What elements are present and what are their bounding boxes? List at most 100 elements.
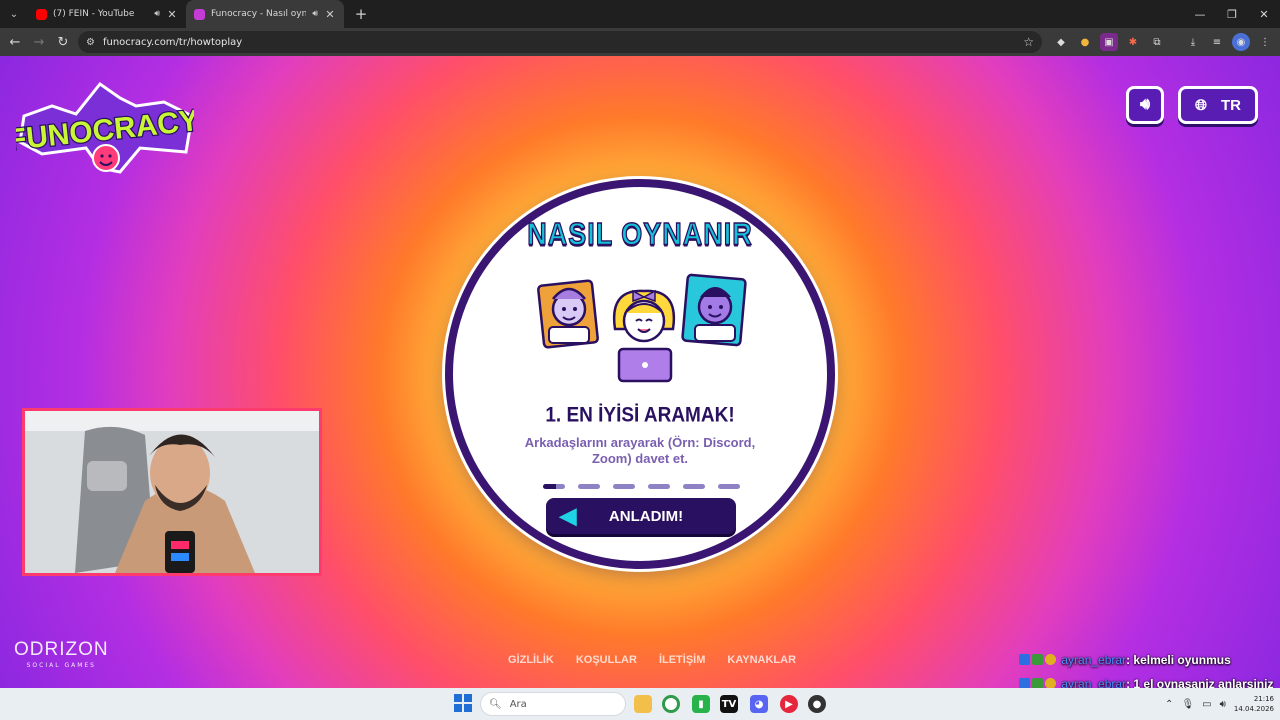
globe-icon: 🌐︎	[1194, 96, 1207, 114]
step-dot-1[interactable]	[543, 484, 565, 489]
chat-username: ayran_ebrar	[1061, 653, 1127, 667]
network-icon[interactable]: ▭	[1202, 699, 1211, 710]
language-select-button[interactable]: 🌐︎ TR	[1178, 86, 1258, 124]
clock[interactable]: 21:16 14.04.2026	[1234, 694, 1274, 714]
footer-link-terms[interactable]: KOŞULLAR	[576, 654, 637, 666]
reload-icon[interactable]: ↻	[51, 35, 75, 50]
tab-search-chevron-icon[interactable]: ⌄	[0, 0, 28, 28]
odrizon-logo[interactable]: ODRIZON SOCIAL GAMES	[14, 639, 109, 669]
tab-title: Funocracy - Nasıl oynanır	[211, 9, 307, 19]
clock-date: 14.04.2026	[1233, 705, 1274, 713]
chat-text: : kelmeli oyunmus	[1126, 653, 1231, 667]
badge-icon	[1019, 678, 1030, 688]
language-label: TR	[1221, 96, 1241, 114]
bookmark-star-icon[interactable]: ☆	[1023, 35, 1034, 49]
chrome-icon[interactable]	[662, 695, 680, 713]
taskbar-search[interactable]: 🔍︎ Ara	[480, 692, 626, 716]
badge-icon	[1032, 654, 1043, 665]
window-controls: — ❐ ✕	[1184, 0, 1280, 28]
microphone-icon[interactable]: 🎙︎	[1181, 699, 1194, 710]
minimize-icon[interactable]: —	[1184, 0, 1216, 28]
extensions-area: ◆ ● ▣ ✱ ⧉ ⤓ ≡ ◉ ⋮	[1052, 28, 1274, 56]
brand-name: ODRIZON	[14, 639, 109, 660]
tab-strip: ⌄ (7) FEIN - YouTube 🔊︎ ✕ Funocracy - Na…	[0, 0, 1280, 28]
funocracy-logo[interactable]: FUNOCRACY	[16, 76, 194, 176]
back-arrow-icon: ◀	[559, 503, 577, 528]
media-player-icon[interactable]: ▶	[780, 695, 798, 713]
badge-icon	[1032, 678, 1043, 688]
site-info-icon[interactable]: ⚙︎	[86, 37, 95, 48]
close-tab-icon[interactable]: ✕	[324, 8, 336, 21]
footer-link-privacy[interactable]: GİZLİLİK	[508, 654, 554, 666]
brand-sub: SOCIAL GAMES	[26, 662, 96, 669]
footer-links: GİZLİLİK KOŞULLAR İLETİŞİM KAYNAKLAR	[508, 654, 796, 666]
badge-icon	[1019, 654, 1030, 665]
tv-app-icon[interactable]: TV	[720, 695, 738, 713]
chat-message: ayran_ebrar: kelmeli oyunmus	[1016, 648, 1280, 672]
url-text[interactable]: funocracy.com/tr/howtoplay	[103, 37, 1023, 48]
extensions-puzzle-icon[interactable]: ⧉	[1148, 33, 1166, 51]
address-bar[interactable]: ⚙︎ funocracy.com/tr/howtoplay ☆	[78, 31, 1042, 53]
extension-twitch-icon[interactable]: ▣	[1100, 33, 1118, 51]
forward-arrow-icon[interactable]: →	[27, 35, 51, 50]
step-dot-6[interactable]	[718, 484, 740, 489]
footer-link-resources[interactable]: KAYNAKLAR	[727, 654, 796, 666]
got-it-button[interactable]: ◀ ANLADIM!	[546, 498, 736, 534]
tab-funocracy[interactable]: Funocracy - Nasıl oynanır 🔊︎ ✕	[186, 0, 344, 28]
speaker-icon[interactable]: 🔊︎	[312, 9, 318, 19]
system-tray: ⌃ 🎙︎ ▭ 🔊︎ 21:16 14.04.2026	[1165, 688, 1274, 720]
volume-icon[interactable]: 🔊︎	[1220, 699, 1226, 710]
profile-avatar-icon[interactable]: ◉	[1232, 33, 1250, 51]
app-green-icon[interactable]: ▮	[692, 695, 710, 713]
badge-icon	[1045, 678, 1056, 688]
close-tab-icon[interactable]: ✕	[166, 8, 178, 21]
funocracy-favicon-icon	[194, 8, 205, 20]
tray-chevron-icon[interactable]: ⌃	[1165, 699, 1173, 710]
panel-title: NASIL OYNANIR	[527, 216, 753, 252]
back-arrow-icon[interactable]: ←	[3, 35, 27, 50]
step-indicator	[543, 484, 740, 489]
obs-icon[interactable]: ●	[808, 695, 826, 713]
sound-toggle-button[interactable]: 🔊︎	[1126, 86, 1164, 124]
step-dot-2[interactable]	[578, 484, 600, 489]
close-window-icon[interactable]: ✕	[1248, 0, 1280, 28]
tab-title: (7) FEIN - YouTube	[53, 9, 135, 19]
webcam-overlay	[22, 408, 322, 576]
chat-message: ayran_ebrar: 1 el oynasaniz anlarsiniz	[1016, 672, 1280, 688]
youtube-favicon-icon	[36, 8, 47, 20]
players-illustration	[537, 273, 747, 383]
speaker-icon[interactable]: 🔊︎	[154, 9, 160, 19]
streamer-camera-image	[25, 411, 319, 573]
search-placeholder: Ara	[509, 698, 527, 710]
browser-menu-icon[interactable]: ⋮	[1256, 33, 1274, 51]
browser-toolbar: ← → ↻ ⚙︎ funocracy.com/tr/howtoplay ☆ ◆ …	[0, 28, 1280, 56]
extension-bug-icon[interactable]: ✱	[1124, 33, 1142, 51]
badge-icon	[1045, 654, 1056, 665]
file-explorer-icon[interactable]	[634, 695, 652, 713]
page-content: FUNOCRACY 🔊︎ 🌐︎ TR NASIL OYNANIR 1. EN İ…	[0, 56, 1280, 688]
extension-diamond-icon[interactable]: ◆	[1052, 33, 1070, 51]
restore-icon[interactable]: ❐	[1216, 0, 1248, 28]
chat-overlay: ayran_ebrar: kelmeli oyunmus ayran_ebrar…	[1016, 648, 1280, 688]
windows-start-icon[interactable]	[454, 694, 472, 712]
download-icon[interactable]: ⤓	[1184, 33, 1202, 51]
got-it-label: ANLADIM!	[608, 507, 684, 525]
speaker-icon: 🔊︎	[1139, 96, 1151, 113]
clock-time: 21:16	[1253, 695, 1274, 703]
step-dot-4[interactable]	[648, 484, 670, 489]
taskbar: 🔍︎ Ara ▮ TV ◕ ▶ ● ⌃ 🎙︎ ▭ 🔊︎ 21:16 14.04.…	[0, 688, 1280, 720]
search-icon: 🔍︎	[489, 698, 502, 710]
tab-youtube[interactable]: (7) FEIN - YouTube 🔊︎ ✕	[28, 0, 186, 28]
how-to-play-panel: NASIL OYNANIR 1. EN İYİSİ ARAMAK! Arkada…	[445, 179, 835, 569]
extension-coin-icon[interactable]: ●	[1076, 33, 1094, 51]
step-dot-5[interactable]	[683, 484, 705, 489]
step-description: Arkadaşlarını arayarak (Örn: Discord, Zo…	[524, 435, 756, 466]
chat-username: ayran_ebrar	[1061, 677, 1127, 688]
new-tab-button[interactable]: +	[352, 5, 370, 23]
discord-icon[interactable]: ◕	[750, 695, 768, 713]
footer-link-contact[interactable]: İLETİŞİM	[659, 654, 705, 666]
step-title: 1. EN İYİSİ ARAMAK!	[545, 403, 735, 427]
reading-list-icon[interactable]: ≡	[1208, 33, 1226, 51]
step-dot-3[interactable]	[613, 484, 635, 489]
chat-text: : 1 el oynasaniz anlarsiniz	[1126, 677, 1274, 688]
